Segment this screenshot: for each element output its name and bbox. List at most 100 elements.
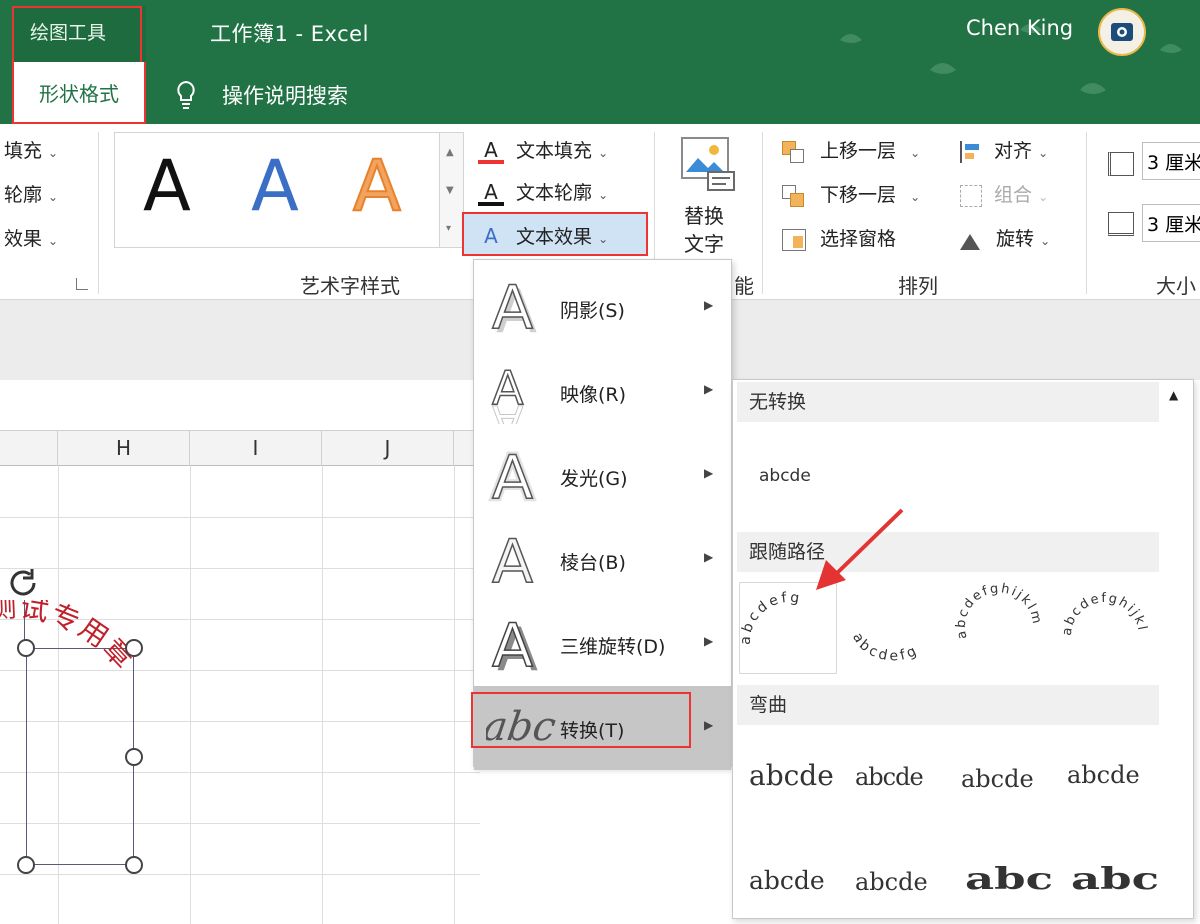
menu-item-label: 发光(G) [560, 468, 628, 490]
warp-sample-text: abc [965, 862, 1054, 897]
user-name[interactable]: Chen King [966, 16, 1073, 40]
svg-text:abcdefg: abcdefg [740, 590, 803, 646]
warp-sample-text: abcde [749, 759, 834, 792]
chevron-right-icon: ▶ [704, 466, 714, 480]
shape-effects-label: 效果 [4, 228, 43, 250]
shape-fill-button[interactable]: 填充 ⌄ [4, 136, 58, 163]
warp-wave[interactable]: abcde [1057, 735, 1155, 827]
resize-handle[interactable] [125, 639, 143, 657]
shape-effects-button[interactable]: 效果 ⌄ [4, 224, 58, 251]
menu-item-glow[interactable]: A A 发光(G) ▶ [474, 434, 731, 518]
gallery-more-icon[interactable]: ▾ [446, 223, 451, 234]
menu-item-bevel[interactable]: A 棱台(B) ▶ [474, 518, 731, 602]
group-button[interactable]: 组合 ⌄ [960, 180, 1048, 207]
warp-sample-text: abcde [1067, 761, 1140, 789]
selection-pane-icon [782, 228, 806, 251]
highlight-box-transform [471, 692, 691, 748]
warp-triangle-down[interactable]: abcde [845, 842, 943, 918]
arc-wordart-text[interactable]: 是测试专用章 [0, 600, 200, 780]
text-fill-button[interactable]: A 文本填充 ⌄ [478, 136, 608, 164]
lightbulb-icon[interactable] [174, 80, 198, 110]
shape-width-field[interactable] [1142, 204, 1200, 242]
align-button[interactable]: 对齐 ⌄ [960, 136, 1048, 163]
column-header-i[interactable]: I [190, 430, 322, 466]
transform-circle[interactable]: abcdefghijklm [951, 581, 1049, 674]
svg-text:A: A [492, 444, 533, 508]
section-header-follow-path: 跟随路径 [737, 532, 1159, 572]
resize-handle[interactable] [17, 856, 35, 874]
transform-arch-up[interactable]: abcdefg [738, 582, 837, 674]
warp-chevron-down[interactable]: abc [1057, 842, 1159, 918]
shape-height-field[interactable] [1142, 142, 1200, 180]
chevron-right-icon: ▶ [704, 298, 714, 312]
rotate-handle-icon[interactable] [6, 566, 40, 600]
bevel-effect-icon: A [491, 528, 534, 592]
3d-rotation-icon: A A [491, 612, 538, 676]
wordart-style-black[interactable]: A [143, 151, 191, 221]
chevron-right-icon: ▶ [704, 634, 714, 648]
separator [1086, 132, 1087, 294]
warp-arch[interactable]: abcde [845, 735, 943, 827]
svg-text:abcdefghijklmno: abcdefghijklmno [1057, 582, 1150, 637]
transform-button[interactable]: abcdefghijklmno [1050, 571, 1155, 674]
rotate-button[interactable]: 旋转 ⌄ [960, 224, 1050, 251]
gallery-scroll-down-icon[interactable]: ▼ [446, 185, 454, 196]
transform-circle-preview: abcdefghijklm [954, 581, 1043, 640]
selection-pane-button[interactable]: 选择窗格 [782, 224, 896, 251]
column-header-h[interactable]: H [58, 430, 190, 466]
column-header-j[interactable]: J [322, 430, 454, 466]
resize-handle[interactable] [17, 639, 35, 657]
resize-handle[interactable] [125, 856, 143, 874]
replace-text-button[interactable]: 替换 文字 [672, 132, 748, 262]
warp-arch-down[interactable]: abcde [951, 735, 1049, 827]
send-backward-button[interactable]: 下移一层 ⌄ [782, 180, 920, 207]
menu-item-reflection[interactable]: A A 映像(R) ▶ [474, 350, 731, 434]
text-outline-button[interactable]: A 文本轮廓 ⌄ [478, 178, 608, 206]
group-label-wordart: 艺术字样式 [300, 274, 400, 298]
transform-arch-down[interactable]: abcdefg [845, 582, 943, 674]
group-label-arrange: 排列 [898, 274, 938, 298]
resize-handle[interactable] [125, 748, 143, 766]
shape-outline-button[interactable]: 轮廓 ⌄ [4, 180, 58, 207]
gallery-scroll[interactable]: ▲ ▼ ▾ [440, 132, 464, 248]
wordart-style-blue[interactable]: A [251, 151, 299, 221]
gallery-scroll-up-icon[interactable]: ▲ [1169, 388, 1178, 402]
chevron-down-icon: ⌄ [1038, 146, 1049, 160]
tab-shape-format[interactable]: 形状格式 [12, 62, 146, 124]
chevron-down-icon: ⌄ [48, 146, 59, 160]
warp-sample-text: abcde [749, 866, 825, 895]
text-effects-menu: A A 阴影(S) ▶ A A 映像(R) ▶ A A 发光(G) ▶ A 棱台… [473, 259, 732, 770]
transform-gallery: ▲ 无转换 abcde 跟随路径 abcdefg abcdefg abcdefg… [732, 379, 1194, 919]
menu-item-3d-rotation[interactable]: A A 三维旋转(D) ▶ [474, 602, 731, 686]
column-header-g[interactable] [0, 430, 58, 466]
gridline [0, 568, 480, 569]
wordart-style-orange[interactable]: A [352, 150, 402, 222]
menu-item-label: 阴影(S) [560, 300, 625, 322]
menu-item-label: 棱台(B) [560, 552, 626, 574]
text-effects-button[interactable]: A 文本效果 ⌄ [478, 222, 608, 249]
group-label-accessibility: 能 [734, 274, 754, 298]
rotate-label: 旋转 [996, 228, 1035, 250]
context-group-label: 绘图工具 [30, 22, 107, 44]
bring-forward-button[interactable]: 上移一层 ⌄ [782, 136, 920, 163]
warp-plain[interactable]: abcde [739, 735, 837, 827]
bring-forward-icon [782, 140, 806, 163]
avatar[interactable] [1098, 8, 1146, 56]
chevron-down-icon: ⌄ [48, 234, 59, 248]
gridline [0, 517, 480, 518]
warp-chevron[interactable]: abc [951, 842, 1053, 918]
group-label-size: 大小 [1156, 274, 1196, 298]
dialog-launcher-icon[interactable] [76, 278, 88, 290]
chevron-down-icon: ⌄ [598, 188, 609, 202]
text-fill-label: 文本填充 [516, 140, 593, 162]
replace-text-line2: 文字 [684, 232, 724, 256]
shape-outline-label: 轮廓 [4, 184, 43, 206]
svg-text:是测试专用章: 是测试专用章 [0, 600, 141, 676]
warp-triangle[interactable]: abcde [739, 842, 837, 918]
gallery-scroll-up-icon[interactable]: ▲ [446, 147, 454, 158]
tell-me-search[interactable]: 操作说明搜索 [222, 80, 348, 110]
transform-button-preview: abcdefghijklmno [1050, 571, 1150, 637]
menu-item-shadow[interactable]: A A 阴影(S) ▶ [474, 266, 731, 350]
chevron-down-icon: ⌄ [598, 232, 609, 246]
document-title: 工作簿1 - Excel [210, 22, 369, 46]
